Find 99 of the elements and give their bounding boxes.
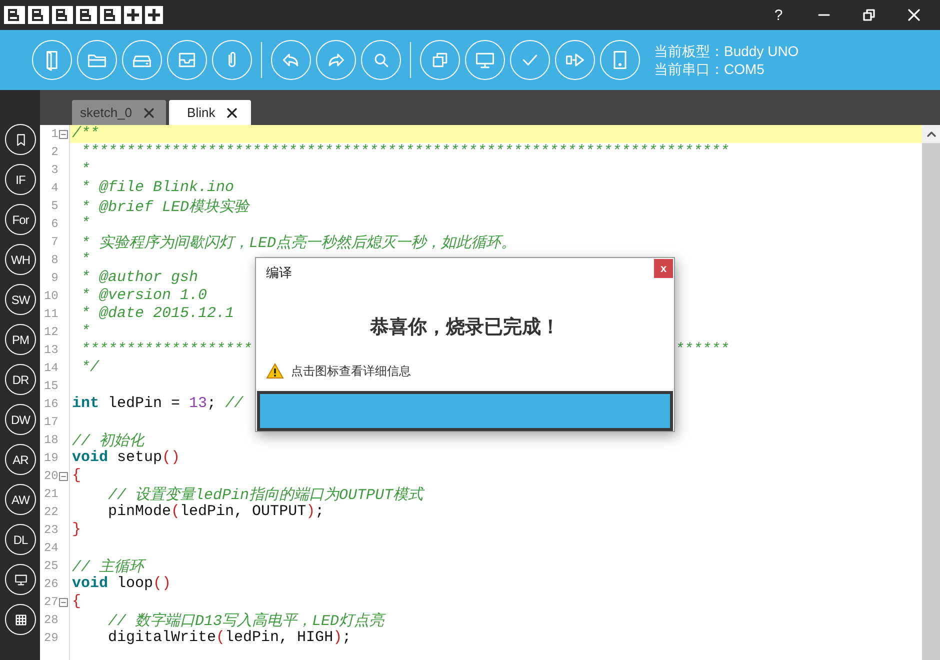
line-number: 3 (50, 163, 58, 177)
hint-text: 点击图标查看详细信息 (291, 362, 411, 380)
code-line: // 初始化 (72, 433, 144, 450)
help-button[interactable]: ? (756, 0, 801, 30)
restore-icon (862, 9, 874, 21)
block-button[interactable]: For (5, 204, 36, 235)
line-number: 1 (50, 127, 58, 141)
scroll-up-icon (926, 130, 936, 138)
board-label: 当前板型：Buddy UNO (654, 42, 799, 60)
code-line: // 数字端口D13写入高电平，LED灯点亮 (107, 613, 384, 630)
toolbar-button[interactable] (465, 40, 505, 80)
toolbar-button[interactable] (271, 40, 311, 80)
line-number: 8 (50, 253, 58, 267)
toolbar-button[interactable] (600, 40, 640, 80)
editor-tab[interactable]: sketch_0 (72, 100, 166, 125)
line-number: 23 (42, 523, 58, 537)
block-button[interactable]: DL (5, 524, 36, 555)
line-number: 5 (50, 199, 58, 213)
line-number: 27 (42, 595, 58, 609)
toolbar-button[interactable] (420, 40, 460, 80)
code-line: ************************************************************************ (80, 143, 730, 160)
block-button[interactable]: AW (5, 484, 36, 515)
line-number: 12 (42, 325, 58, 339)
line-number: 24 (42, 541, 58, 555)
line-number: 18 (42, 433, 58, 447)
code-line: * @version 1.0 (80, 287, 208, 304)
code-line: */ (80, 359, 100, 376)
toolbar-button[interactable] (510, 40, 550, 80)
code-line: void setup() (72, 449, 180, 466)
line-number: 13 (42, 343, 58, 357)
line-number: 22 (42, 505, 58, 519)
block-button[interactable]: IF (5, 164, 36, 195)
monitor-button[interactable] (5, 564, 36, 595)
code-line: * 实验程序为间歇闪灯，LED点亮一秒然后熄灭一秒，如此循环。 (80, 235, 516, 252)
code-line: * @file Blink.ino (80, 179, 234, 196)
line-number: 9 (50, 271, 58, 285)
line-number: 20 (42, 469, 58, 483)
code-line: * (80, 251, 90, 268)
line-number: 11 (42, 307, 58, 321)
toolbar-button[interactable] (32, 40, 72, 80)
toolbar-button[interactable] (316, 40, 356, 80)
port-label: 当前串口：COM5 (654, 60, 766, 78)
code-line: { (72, 467, 82, 484)
code-line: /** (72, 125, 100, 142)
block-button[interactable]: WH (5, 244, 36, 275)
code-line: * @brief LED模块实验 (80, 199, 250, 216)
line-number: 6 (50, 217, 58, 231)
toolbar-button[interactable] (361, 40, 401, 80)
code-line: // 设置变量ledPin指向的端口为OUTPUT模式 (107, 487, 424, 504)
grid-icon (12, 612, 28, 628)
block-button[interactable]: SW (5, 284, 36, 315)
line-number: 19 (42, 451, 58, 465)
warning-icon[interactable] (266, 363, 284, 380)
close-icon (227, 108, 238, 118)
close-button[interactable]: x (654, 259, 673, 278)
line-number: 17 (42, 415, 58, 429)
line-number: 4 (50, 181, 58, 195)
toolbar-button[interactable] (212, 40, 252, 80)
code-line: * @date 2015.12.1 (80, 305, 234, 322)
close-icon (144, 108, 154, 118)
code-line: * (80, 215, 90, 232)
toolbar-button[interactable] (122, 40, 162, 80)
line-number: 28 (42, 613, 58, 627)
block-button[interactable]: PM (5, 324, 36, 355)
line-number: 21 (42, 487, 58, 501)
block-button[interactable]: AR (5, 444, 36, 475)
line-number: 15 (42, 379, 58, 393)
dialog-title: 编译 (266, 264, 292, 282)
line-number: 14 (42, 361, 58, 375)
code-line: * @author gsh (80, 269, 198, 286)
line-number: 10 (42, 289, 58, 303)
grid-button[interactable] (5, 604, 36, 635)
code-line: } (72, 521, 82, 538)
success-message: 恭喜你，烧录已完成！ (368, 316, 561, 340)
editor-tab[interactable]: Blink (169, 100, 252, 125)
toolbar-button[interactable] (77, 40, 117, 80)
toolbar-button[interactable] (555, 40, 595, 80)
logo-icon (4, 5, 164, 25)
code-line: * (80, 161, 90, 178)
code-line: int ledPin = 13; // (72, 395, 244, 412)
toolbar-button[interactable] (167, 40, 207, 80)
scrollbar[interactable] (922, 125, 940, 660)
block-button[interactable]: DW (5, 404, 36, 435)
code-line: pinMode(ledPin, OUTPUT); (107, 503, 324, 520)
code-line: digitalWrite(ledPin, HIGH); (107, 629, 352, 646)
code-line: // 主循环 (72, 559, 144, 576)
code-line: void loop() (72, 575, 172, 592)
bookmark-button[interactable] (5, 124, 36, 155)
line-number: 25 (42, 559, 58, 573)
block-button[interactable]: DR (5, 364, 36, 395)
code-line: ******************* ****** (80, 341, 730, 358)
line-number: 2 (50, 145, 58, 159)
code-line: { (72, 593, 82, 610)
line-number: 16 (42, 397, 58, 411)
line-number: 7 (50, 235, 58, 249)
line-number: 29 (42, 631, 58, 645)
code-line: * (80, 323, 90, 340)
close-icon (908, 9, 920, 21)
line-number: 26 (42, 577, 58, 591)
